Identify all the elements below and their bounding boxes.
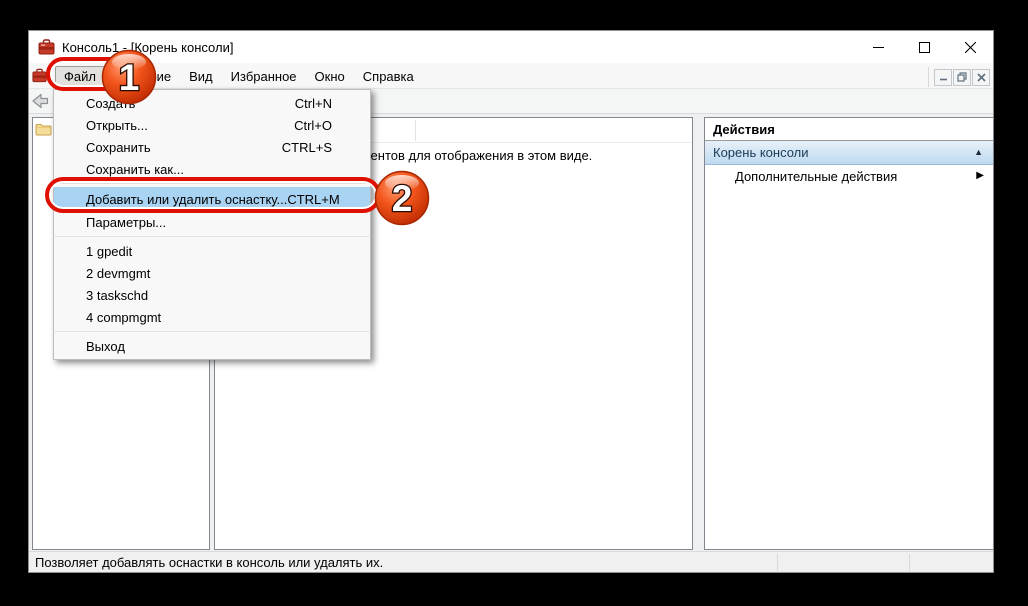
menu-window[interactable]: Окно — [306, 66, 354, 87]
menu-item-open[interactable]: Открыть... Ctrl+O — [54, 114, 370, 136]
mdi-minimize-icon — [939, 73, 948, 82]
actions-pane-header: Действия — [705, 118, 993, 141]
menu-item-save[interactable]: Сохранить CTRL+S — [54, 136, 370, 158]
actions-item-more-actions[interactable]: Дополнительные действия ▶ — [705, 165, 993, 188]
mmc-window: Консоль1 - [Корень консоли] Файл Действи… — [28, 30, 994, 573]
annotation-step1-badge: 1 — [101, 49, 157, 105]
menu-favorites[interactable]: Избранное — [222, 66, 306, 87]
maximize-button[interactable] — [901, 31, 947, 63]
actions-group-title: Корень консоли — [713, 145, 809, 160]
annotation-step2-number: 2 — [392, 178, 413, 219]
back-icon[interactable] — [31, 92, 50, 110]
mdi-child-icon — [32, 68, 47, 83]
menu-help[interactable]: Справка — [354, 66, 423, 87]
menu-item-options[interactable]: Параметры... — [54, 211, 370, 233]
menu-item-recent-1[interactable]: 1 gpedit — [54, 240, 370, 262]
column-divider[interactable] — [415, 120, 416, 141]
status-bar: Позволяет добавлять оснастки в консоль и… — [29, 551, 993, 572]
actions-item-label: Дополнительные действия — [735, 169, 897, 184]
menu-item-exit[interactable]: Выход — [54, 335, 370, 357]
menu-view[interactable]: Вид — [180, 66, 222, 87]
mdi-minimize-button[interactable] — [934, 69, 952, 86]
annotation-step1-number: 1 — [119, 57, 140, 98]
mdi-restore-button[interactable] — [953, 69, 971, 86]
menu-separator — [55, 331, 369, 332]
menu-separator — [55, 236, 369, 237]
mdi-separator — [928, 67, 929, 87]
actions-pane-title: Действия — [713, 122, 775, 137]
mdi-close-icon — [977, 73, 986, 82]
mdi-restore-icon — [957, 72, 967, 82]
minimize-button[interactable] — [855, 31, 901, 63]
collapse-arrow-icon[interactable]: ▲ — [974, 147, 983, 157]
submenu-arrow-icon: ▶ — [976, 170, 984, 181]
status-separator — [909, 554, 910, 571]
menu-item-recent-2[interactable]: 2 devmgmt — [54, 262, 370, 284]
shortcut-label: Ctrl+O — [294, 118, 332, 133]
actions-group-console-root[interactable]: Корень консоли ▲ — [705, 141, 993, 165]
close-button[interactable] — [947, 31, 993, 63]
close-icon — [965, 42, 976, 53]
actions-pane: Действия Корень консоли ▲ Дополнительные… — [704, 117, 994, 550]
menu-item-recent-4[interactable]: 4 compmgmt — [54, 306, 370, 328]
maximize-icon — [919, 42, 930, 53]
mmc-app-icon — [38, 39, 55, 55]
minimize-icon — [873, 42, 884, 53]
status-text: Позволяет добавлять оснастки в консоль и… — [35, 555, 383, 570]
menu-bar: Файл Действие Вид Избранное Окно Справка — [29, 63, 993, 89]
shortcut-label: Ctrl+N — [295, 96, 332, 111]
mdi-close-button[interactable] — [972, 69, 990, 86]
title-bar: Консоль1 - [Корень консоли] — [29, 31, 993, 63]
folder-icon — [35, 122, 52, 136]
menu-item-recent-3[interactable]: 3 taskschd — [54, 284, 370, 306]
annotation-oval-snapin-item — [45, 177, 381, 213]
status-separator — [777, 554, 778, 571]
file-menu-dropdown: Создать Ctrl+N Открыть... Ctrl+O Сохрани… — [53, 89, 371, 360]
annotation-step2-badge: 2 — [374, 170, 430, 226]
shortcut-label: CTRL+S — [282, 140, 332, 155]
